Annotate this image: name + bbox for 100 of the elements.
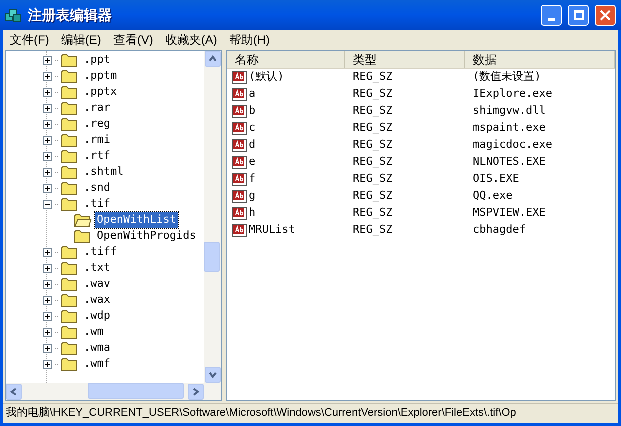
tree-item[interactable]: .ppt — [82, 52, 112, 68]
tree-item[interactable]: .pptm — [82, 68, 120, 84]
tree-item[interactable]: .wmf — [82, 356, 112, 372]
table-cell-text: magicdoc.exe — [472, 137, 552, 154]
scroll-left-button[interactable] — [6, 384, 22, 400]
string-value-icon — [232, 122, 248, 136]
expand-icon[interactable] — [43, 120, 52, 128]
expand-icon[interactable] — [43, 360, 52, 368]
tree-item[interactable]: .rtf — [82, 148, 112, 164]
expand-icon[interactable] — [43, 328, 52, 336]
registry-cubes-icon — [5, 6, 22, 24]
table-cell-text: REG_SZ — [352, 154, 394, 170]
expand-icon[interactable] — [43, 248, 52, 256]
folder-icon — [61, 276, 79, 292]
table-cell-text: (默认) — [249, 69, 284, 86]
menu-item[interactable]: 收藏夹(A) — [159, 30, 224, 48]
table-cell-text: IExplore.exe — [472, 86, 552, 102]
close-button[interactable] — [595, 4, 616, 26]
scroll-up-button[interactable] — [204, 51, 220, 67]
table-cell-text: REG_SZ — [352, 188, 394, 204]
tree-item[interactable]: .snd — [82, 180, 112, 196]
table-cell-text: a — [249, 86, 256, 102]
expand-icon[interactable] — [43, 104, 52, 112]
expand-icon[interactable] — [43, 296, 52, 304]
table-cell-text: REG_SZ — [352, 205, 394, 222]
folder-icon — [61, 244, 79, 260]
tree-item[interactable]: .rmi — [82, 132, 112, 148]
folder-icon — [61, 116, 79, 132]
table-cell-text: REG_SZ — [352, 69, 394, 86]
table-cell-text: b — [249, 103, 256, 120]
status-bar-text: 我的电脑\HKEY_CURRENT_USER\Software\Microsoft\Windows\CurrentVersion\Explorer\FileExts\.tif\Op — [5, 406, 518, 422]
collapse-icon[interactable] — [43, 200, 52, 208]
tree-item[interactable]: .reg — [82, 116, 112, 132]
folder-icon — [61, 132, 79, 148]
table-cell-text: f — [249, 171, 256, 188]
column-header[interactable]: 数据 — [465, 51, 615, 68]
table-cell-text: REG_SZ — [352, 86, 394, 102]
table-cell-text: h — [249, 205, 256, 222]
folder-icon — [61, 356, 79, 372]
folder-icon — [61, 292, 79, 308]
tree-item[interactable]: .tif — [82, 196, 112, 212]
minimize-button[interactable] — [541, 4, 562, 26]
tree-item[interactable]: OpenWithProgids — [95, 228, 198, 244]
folder-icon — [61, 260, 79, 276]
string-value-icon — [232, 156, 248, 170]
tree-item[interactable]: .tiff — [82, 244, 120, 260]
tree-item[interactable]: .pptx — [82, 84, 120, 100]
menu-item[interactable]: 帮助(H) — [223, 30, 276, 48]
table-cell-text: MSPVIEW.EXE — [472, 205, 546, 222]
table-cell-text: REG_SZ — [352, 171, 394, 188]
menu-item[interactable]: 文件(F) — [4, 30, 56, 48]
string-value-icon — [232, 190, 248, 204]
tree-item[interactable]: .wm — [82, 324, 106, 340]
maximize-button[interactable] — [568, 4, 589, 26]
folder-icon — [61, 196, 79, 212]
expand-icon[interactable] — [43, 280, 52, 288]
tree-item[interactable]: OpenWithList — [95, 212, 178, 228]
string-value-icon — [232, 70, 248, 84]
tree-item[interactable]: .wav — [82, 276, 112, 292]
tree-item[interactable]: .rar — [82, 100, 112, 116]
tree-item[interactable]: .wdp — [82, 308, 112, 324]
menu-item[interactable]: 编辑(E) — [55, 30, 108, 48]
folder-icon — [61, 148, 79, 164]
expand-icon[interactable] — [43, 56, 52, 64]
expand-icon[interactable] — [43, 168, 52, 176]
menu-item[interactable]: 查看(V) — [107, 30, 160, 48]
column-header[interactable]: 名称 — [227, 51, 345, 68]
tree-item[interactable]: .wma — [82, 340, 112, 356]
expand-icon[interactable] — [43, 312, 52, 320]
folder-icon — [61, 100, 79, 116]
scroll-down-button[interactable] — [204, 367, 220, 383]
folder-icon — [61, 84, 79, 100]
tree-item[interactable]: .wax — [82, 292, 112, 308]
expand-icon[interactable] — [43, 136, 52, 144]
table-cell-text: QQ.exe — [472, 188, 513, 204]
table-cell-text: NLNOTES.EXE — [472, 154, 546, 170]
table-cell-text: e — [249, 154, 256, 170]
expand-icon[interactable] — [43, 152, 52, 160]
table-cell-text: REG_SZ — [352, 120, 394, 136]
column-header[interactable]: 类型 — [345, 51, 465, 68]
string-value-icon — [232, 224, 248, 238]
table-cell-text: REG_SZ — [352, 103, 394, 120]
expand-icon[interactable] — [43, 184, 52, 192]
table-cell-text: c — [249, 120, 256, 136]
string-value-icon — [232, 172, 248, 186]
expand-icon[interactable] — [43, 264, 52, 272]
expand-icon[interactable] — [43, 88, 52, 96]
tree-item[interactable]: .shtml — [82, 164, 126, 180]
scrollbar-thumb[interactable] — [88, 383, 184, 399]
expand-icon[interactable] — [43, 72, 52, 80]
folder-icon — [74, 228, 92, 244]
string-value-icon — [232, 104, 248, 118]
table-cell-text: OIS.EXE — [472, 171, 520, 188]
scroll-right-button[interactable] — [188, 384, 204, 400]
scrollbar-thumb[interactable] — [204, 242, 220, 272]
close-icon — [600, 10, 611, 20]
open-folder-icon — [74, 212, 92, 228]
expand-icon[interactable] — [43, 344, 52, 352]
table-cell-text: shimgvw.dll — [472, 103, 546, 120]
tree-item[interactable]: .txt — [82, 260, 112, 276]
